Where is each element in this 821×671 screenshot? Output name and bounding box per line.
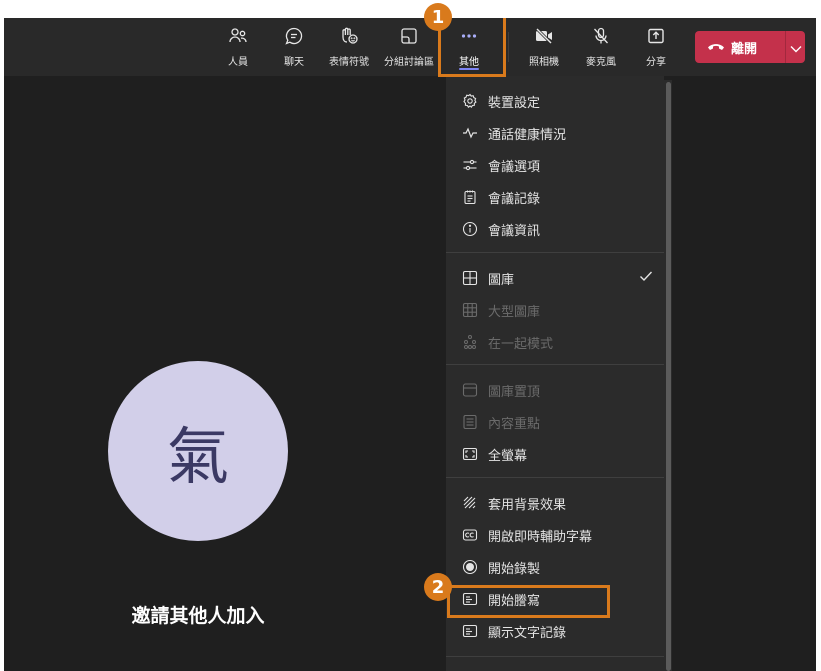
transcript-icon	[462, 591, 478, 607]
menu-label: 開始錄製	[488, 561, 541, 577]
large-gallery-icon	[462, 302, 478, 318]
menu-label: 會議選項	[488, 159, 541, 175]
menu-item-start-recording[interactable]: 開始錄製	[446, 552, 664, 582]
record-icon	[462, 559, 478, 575]
mic-label: 麥克風	[586, 57, 616, 68]
people-label: 人員	[228, 57, 248, 68]
chat-icon	[284, 26, 304, 53]
menu-item-meeting-options[interactable]: 會議選項	[446, 150, 664, 180]
menu-label: 會議記錄	[488, 191, 541, 207]
top-margin	[0, 0, 821, 18]
leave-button[interactable]: 離開	[695, 31, 805, 63]
chat-button[interactable]: 聊天	[274, 18, 314, 76]
menu-label: 在一起模式	[488, 336, 554, 352]
mic-off-icon	[591, 26, 611, 53]
full-screen-icon	[462, 446, 478, 462]
menu-item-focus-content: 內容重點	[446, 407, 664, 437]
meeting-toolbar: 人員 聊天 表情符號 分組討論區 其他 照相機 麥克風 分享 離開	[4, 18, 816, 76]
menu-label: 圖庫	[488, 272, 515, 288]
together-mode-icon	[462, 334, 478, 350]
menu-item-full-screen[interactable]: 全螢幕	[446, 439, 664, 469]
camera-label: 照相機	[529, 57, 559, 68]
menu-item-show-transcript[interactable]: 顯示文字記錄	[446, 616, 664, 646]
share-icon	[646, 26, 666, 53]
menu-scrollbar-thumb[interactable]	[666, 82, 671, 671]
menu-label: 全螢幕	[488, 448, 528, 464]
gallery-icon	[462, 270, 478, 286]
menu-label: 套用背景效果	[488, 497, 567, 513]
notes-icon	[462, 189, 478, 205]
more-label: 其他	[459, 57, 479, 68]
camera-button[interactable]: 照相機	[522, 18, 566, 76]
menu-divider	[446, 252, 664, 253]
menu-label: 裝置設定	[488, 95, 541, 111]
step-badge-1: 1	[424, 3, 452, 31]
menu-item-meeting-notes[interactable]: 會議記錄	[446, 182, 664, 212]
breakout-rooms-label: 分組討論區	[384, 57, 434, 68]
share-label: 分享	[646, 57, 666, 68]
breakout-rooms-icon	[399, 26, 419, 53]
reactions-label: 表情符號	[329, 57, 369, 68]
menu-item-call-health[interactable]: 通話健康情況	[446, 118, 664, 148]
menu-item-device-settings[interactable]: 裝置設定	[446, 86, 664, 116]
camera-off-icon	[534, 26, 554, 53]
chat-label: 聊天	[284, 57, 304, 68]
hang-up-icon	[707, 40, 731, 55]
leave-main[interactable]: 離開	[695, 38, 785, 57]
menu-label: 顯示文字記錄	[488, 625, 567, 641]
leave-options-button[interactable]	[786, 38, 805, 57]
step-badge-2: 2	[424, 573, 452, 601]
transcript-icon	[462, 623, 478, 639]
meeting-stage: 人員 聊天 表情符號 分組討論區 其他 照相機 麥克風 分享 離開 氣 邀請其他…	[4, 18, 816, 671]
menu-divider	[446, 477, 664, 478]
leave-label: 離開	[731, 41, 758, 57]
reactions-button[interactable]: 表情符號	[322, 18, 376, 76]
menu-item-live-captions[interactable]: 開啟即時輔助字幕	[446, 520, 664, 550]
mic-button[interactable]: 麥克風	[579, 18, 623, 76]
menu-item-start-transcription[interactable]: 開始謄寫	[446, 584, 664, 614]
more-button[interactable]: 其他	[444, 18, 494, 76]
more-options-menu: 裝置設定 通話健康情況 會議選項 會議記錄 會議資訊 圖庫 大型圖庫 在一起模式…	[446, 76, 664, 671]
menu-item-meeting-info[interactable]: 會議資訊	[446, 214, 664, 244]
gear-icon	[462, 93, 478, 109]
participant-avatar: 氣	[108, 361, 288, 541]
share-button[interactable]: 分享	[636, 18, 676, 76]
pulse-icon	[462, 125, 478, 141]
menu-divider	[446, 656, 664, 657]
captions-icon	[462, 527, 478, 543]
menu-label: 內容重點	[488, 416, 541, 432]
menu-item-gallery[interactable]: 圖庫	[446, 263, 664, 293]
menu-item-background-effects[interactable]: 套用背景效果	[446, 488, 664, 518]
menu-label: 開始謄寫	[488, 593, 541, 609]
more-icon	[459, 26, 479, 53]
people-icon	[228, 26, 248, 53]
sliders-icon	[462, 157, 478, 173]
people-button[interactable]: 人員	[217, 18, 259, 76]
chevron-down-icon	[790, 38, 802, 57]
background-effects-icon	[462, 495, 478, 511]
reactions-icon	[339, 26, 359, 53]
focus-icon	[462, 414, 478, 430]
menu-label: 大型圖庫	[488, 304, 541, 320]
menu-label: 會議資訊	[488, 223, 541, 239]
menu-label: 通話健康情況	[488, 127, 567, 143]
checkmark-icon	[638, 268, 654, 288]
info-icon	[462, 221, 478, 237]
menu-label: 圖庫置頂	[488, 384, 541, 400]
menu-divider	[446, 364, 664, 365]
active-indicator	[459, 68, 479, 70]
menu-label: 開啟即時輔助字幕	[488, 529, 593, 545]
gallery-top-icon	[462, 382, 478, 398]
menu-item-gallery-top: 圖庫置頂	[446, 375, 664, 405]
menu-item-together-mode: 在一起模式	[446, 327, 664, 357]
invite-text: 邀請其他人加入	[131, 605, 265, 627]
toolbar-divider	[508, 32, 509, 62]
menu-item-large-gallery: 大型圖庫	[446, 295, 664, 325]
